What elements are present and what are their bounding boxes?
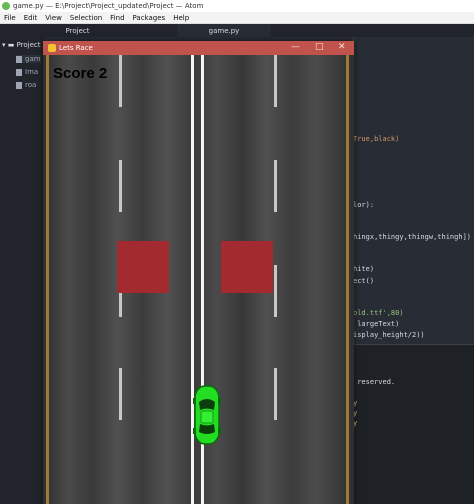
atom-title-bar: game.py — E:\Project\Project_updated\Pro… bbox=[0, 0, 474, 12]
editor-tab-bar bbox=[111, 24, 474, 37]
bottom-panel bbox=[352, 345, 474, 504]
close-button[interactable]: ✕ bbox=[338, 42, 346, 52]
file-icon bbox=[16, 55, 22, 63]
code-line[interactable]: hingx,thingy,thingw,thingh]) bbox=[353, 233, 471, 241]
tree-item-label: roa bbox=[25, 81, 37, 89]
file-icon bbox=[16, 81, 22, 89]
code-line[interactable]: isplay_height/2)) bbox=[353, 331, 425, 339]
lane-dash bbox=[274, 265, 277, 317]
game-canvas-road[interactable]: Score 2 bbox=[43, 55, 354, 504]
lane-dash bbox=[274, 368, 277, 420]
road-left-edge-line bbox=[46, 55, 49, 504]
menu-help[interactable]: Help bbox=[169, 14, 193, 22]
project-tree-panel bbox=[0, 24, 44, 504]
code-line[interactable]: old.ttf',80) bbox=[353, 309, 404, 317]
player-car bbox=[193, 385, 221, 445]
tab-project[interactable]: Project bbox=[44, 24, 111, 37]
code-line[interactable]: True,black) bbox=[353, 135, 399, 143]
lane-dash bbox=[274, 55, 277, 107]
maximize-button[interactable]: □ bbox=[315, 42, 324, 52]
tree-item-label: gam bbox=[25, 55, 41, 63]
menu-view[interactable]: View bbox=[41, 14, 66, 22]
game-window[interactable]: Lets Race — □ ✕ Score 2 bbox=[43, 41, 354, 504]
tree-item-game[interactable]: gam bbox=[16, 55, 41, 63]
menu-packages[interactable]: Packages bbox=[129, 14, 170, 22]
tree-root-label: Project bbox=[16, 41, 41, 49]
atom-menu-bar: File Edit View Selection Find Packages H… bbox=[0, 12, 474, 24]
tab-game-py[interactable]: game.py bbox=[177, 24, 271, 37]
code-line[interactable]: ect() bbox=[353, 277, 374, 285]
lane-dash bbox=[119, 368, 122, 420]
score-label: Score 2 bbox=[53, 65, 108, 82]
menu-selection[interactable]: Selection bbox=[66, 14, 106, 22]
tree-item-label: Ima bbox=[25, 68, 39, 76]
lane-dash bbox=[119, 160, 122, 212]
menu-find[interactable]: Find bbox=[106, 14, 128, 22]
menu-edit[interactable]: Edit bbox=[20, 14, 42, 22]
atom-window-title: game.py — E:\Project\Project_updated\Pro… bbox=[13, 2, 204, 10]
tree-item-images[interactable]: Ima bbox=[16, 68, 38, 76]
road-right-edge-line bbox=[346, 55, 349, 504]
file-icon bbox=[16, 68, 22, 76]
chevron-down-icon: ▾ ▬ bbox=[2, 41, 17, 49]
minimize-button[interactable]: — bbox=[291, 42, 300, 52]
lane-dash bbox=[119, 55, 122, 107]
tree-root-folder[interactable]: ▾ ▬ Project bbox=[2, 41, 41, 49]
code-line[interactable]: largeText) bbox=[353, 320, 399, 328]
panel-line: reserved. bbox=[353, 378, 396, 386]
atom-logo-icon bbox=[2, 2, 10, 10]
obstacle-block bbox=[117, 241, 169, 293]
menu-file[interactable]: File bbox=[0, 14, 20, 22]
code-line[interactable]: lor): bbox=[353, 201, 374, 209]
lane-dash bbox=[274, 160, 277, 212]
pygame-snake-icon bbox=[48, 44, 56, 52]
game-title-bar[interactable]: Lets Race — □ ✕ bbox=[43, 41, 354, 55]
obstacle-block bbox=[221, 241, 273, 293]
game-window-title: Lets Race bbox=[59, 44, 93, 52]
tree-item-road[interactable]: roa bbox=[16, 81, 36, 89]
code-line[interactable]: hite) bbox=[353, 265, 374, 273]
